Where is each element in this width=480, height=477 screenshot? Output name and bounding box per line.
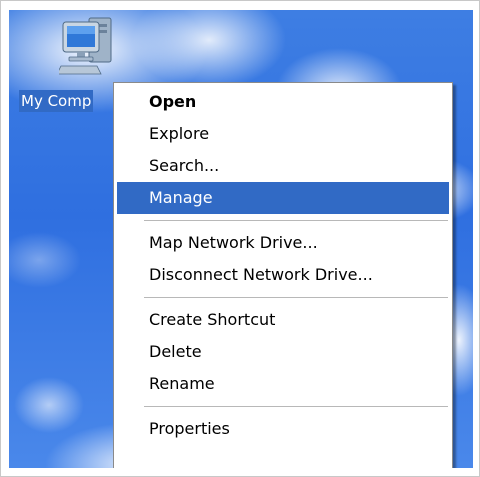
desktop-background[interactable]: My Comp Open Explore Search... Manage Ma…: [9, 10, 473, 468]
menu-item-rename[interactable]: Rename: [117, 368, 449, 400]
menu-item-map-network-drive[interactable]: Map Network Drive...: [117, 227, 449, 259]
menu-item-properties[interactable]: Properties: [117, 413, 449, 445]
menu-item-create-shortcut[interactable]: Create Shortcut: [117, 304, 449, 336]
my-computer-label[interactable]: My Comp: [19, 90, 94, 112]
menu-separator: [144, 220, 448, 221]
menu-separator: [144, 297, 448, 298]
menu-item-explore[interactable]: Explore: [117, 118, 449, 150]
context-menu: Open Explore Search... Manage Map Networ…: [113, 82, 453, 468]
menu-item-open[interactable]: Open: [117, 86, 449, 118]
menu-separator: [144, 406, 448, 407]
my-computer-icon: [59, 17, 112, 75]
menu-item-delete[interactable]: Delete: [117, 336, 449, 368]
screenshot-frame: My Comp Open Explore Search... Manage Ma…: [0, 0, 480, 477]
menu-item-disconnect-network-drive[interactable]: Disconnect Network Drive...: [117, 259, 449, 291]
menu-item-search[interactable]: Search...: [117, 150, 449, 182]
menu-item-manage[interactable]: Manage: [117, 182, 449, 214]
